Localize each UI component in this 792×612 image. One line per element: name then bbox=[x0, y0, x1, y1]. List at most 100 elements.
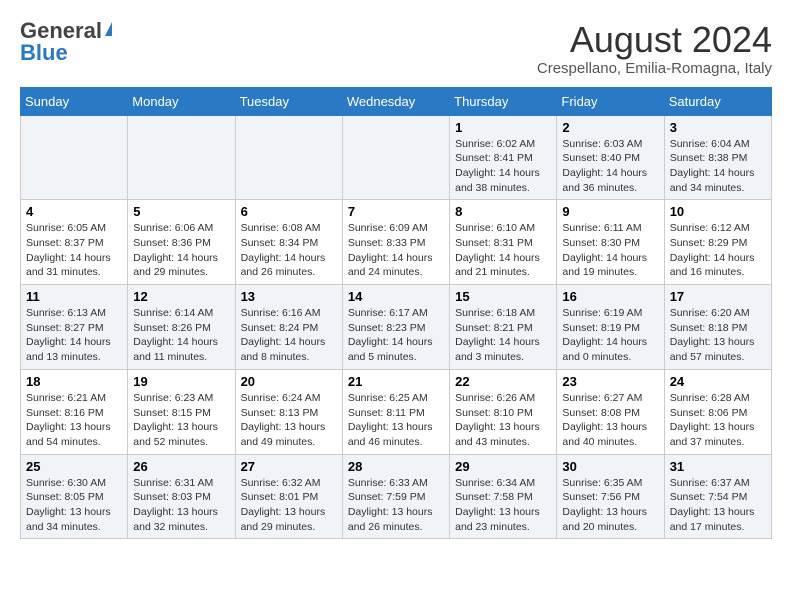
day-info: Sunrise: 6:02 AMSunset: 8:41 PMDaylight:… bbox=[455, 137, 551, 196]
calendar-table: SundayMondayTuesdayWednesdayThursdayFrid… bbox=[20, 87, 772, 540]
day-info: Sunrise: 6:20 AMSunset: 8:18 PMDaylight:… bbox=[670, 306, 766, 365]
day-info: Sunrise: 6:34 AMSunset: 7:58 PMDaylight:… bbox=[455, 476, 551, 535]
calendar-cell bbox=[342, 115, 449, 200]
title-area: August 2024 Crespellano, Emilia-Romagna,… bbox=[537, 20, 772, 77]
calendar-cell: 4Sunrise: 6:05 AMSunset: 8:37 PMDaylight… bbox=[21, 200, 128, 285]
day-info: Sunrise: 6:35 AMSunset: 7:56 PMDaylight:… bbox=[562, 476, 658, 535]
day-number: 8 bbox=[455, 204, 551, 219]
day-header-wednesday: Wednesday bbox=[342, 87, 449, 115]
day-number: 4 bbox=[26, 204, 122, 219]
day-info: Sunrise: 6:30 AMSunset: 8:05 PMDaylight:… bbox=[26, 476, 122, 535]
calendar-cell: 1 Sunrise: 6:02 AMSunset: 8:41 PMDaylight… bbox=[450, 115, 557, 200]
calendar-cell: 6 Sunrise: 6:08 AMSunset: 8:34 PMDaylight… bbox=[235, 200, 342, 285]
day-number: 26 bbox=[133, 459, 229, 474]
day-number: 3 bbox=[670, 120, 766, 135]
day-header-friday: Friday bbox=[557, 87, 664, 115]
calendar-week-row: 25 Sunrise: 6:30 AMSunset: 8:05 PMDayligh… bbox=[21, 454, 772, 539]
day-number: 12 bbox=[133, 289, 229, 304]
calendar-cell: 10 Sunrise: 6:12 AMSunset: 8:29 PMDayligh… bbox=[664, 200, 771, 285]
calendar-cell: 2 Sunrise: 6:03 AMSunset: 8:40 PMDaylight… bbox=[557, 115, 664, 200]
day-number: 2 bbox=[562, 120, 658, 135]
day-info: Sunrise: 6:18 AMSunset: 8:21 PMDaylight:… bbox=[455, 306, 551, 365]
calendar-cell: 26 Sunrise: 6:31 AMSunset: 8:03 PMDayligh… bbox=[128, 454, 235, 539]
month-year: August 2024 bbox=[537, 20, 772, 60]
day-info: Sunrise: 6:17 AMSunset: 8:23 PMDaylight:… bbox=[348, 306, 444, 365]
day-number: 21 bbox=[348, 374, 444, 389]
calendar-cell bbox=[235, 115, 342, 200]
day-info: Sunrise: 6:11 AMSunset: 8:30 PMDaylight:… bbox=[562, 221, 658, 280]
day-info: Sunrise: 6:14 AMSunset: 8:26 PMDaylight:… bbox=[133, 306, 229, 365]
day-info: Sunrise: 6:09 AMSunset: 8:33 PMDaylight:… bbox=[348, 221, 444, 280]
day-info: Sunrise: 6:28 AMSunset: 8:06 PMDaylight:… bbox=[670, 391, 766, 450]
day-number: 10 bbox=[670, 204, 766, 219]
logo-triangle-icon bbox=[105, 22, 112, 36]
calendar-cell: 31Sunrise: 6:37 AMSunset: 7:54 PMDayligh… bbox=[664, 454, 771, 539]
day-number: 6 bbox=[241, 204, 337, 219]
day-info: Sunrise: 6:16 AMSunset: 8:24 PMDaylight:… bbox=[241, 306, 337, 365]
calendar-cell: 25 Sunrise: 6:30 AMSunset: 8:05 PMDayligh… bbox=[21, 454, 128, 539]
calendar-body: 1 Sunrise: 6:02 AMSunset: 8:41 PMDaylight… bbox=[21, 115, 772, 539]
calendar-cell: 23 Sunrise: 6:27 AMSunset: 8:08 PMDayligh… bbox=[557, 369, 664, 454]
day-info: Sunrise: 6:08 AMSunset: 8:34 PMDaylight:… bbox=[241, 221, 337, 280]
calendar-header-row: SundayMondayTuesdayWednesdayThursdayFrid… bbox=[21, 87, 772, 115]
day-info: Sunrise: 6:24 AMSunset: 8:13 PMDaylight:… bbox=[241, 391, 337, 450]
day-info: Sunrise: 6:37 AMSunset: 7:54 PMDaylight:… bbox=[670, 476, 766, 535]
day-number: 11 bbox=[26, 289, 122, 304]
calendar-week-row: 4Sunrise: 6:05 AMSunset: 8:37 PMDaylight… bbox=[21, 200, 772, 285]
day-number: 17 bbox=[670, 289, 766, 304]
day-info: Sunrise: 6:19 AMSunset: 8:19 PMDaylight:… bbox=[562, 306, 658, 365]
day-info: Sunrise: 6:21 AMSunset: 8:16 PMDaylight:… bbox=[26, 391, 122, 450]
day-number: 23 bbox=[562, 374, 658, 389]
day-info: Sunrise: 6:33 AMSunset: 7:59 PMDaylight:… bbox=[348, 476, 444, 535]
calendar-cell: 29 Sunrise: 6:34 AMSunset: 7:58 PMDayligh… bbox=[450, 454, 557, 539]
day-number: 9 bbox=[562, 204, 658, 219]
day-info: Sunrise: 6:23 AMSunset: 8:15 PMDaylight:… bbox=[133, 391, 229, 450]
day-info: Sunrise: 6:10 AMSunset: 8:31 PMDaylight:… bbox=[455, 221, 551, 280]
day-number: 16 bbox=[562, 289, 658, 304]
day-info: Sunrise: 6:31 AMSunset: 8:03 PMDaylight:… bbox=[133, 476, 229, 535]
calendar-cell: 28Sunrise: 6:33 AMSunset: 7:59 PMDayligh… bbox=[342, 454, 449, 539]
calendar-cell bbox=[21, 115, 128, 200]
day-number: 30 bbox=[562, 459, 658, 474]
day-number: 25 bbox=[26, 459, 122, 474]
day-info: Sunrise: 6:32 AMSunset: 8:01 PMDaylight:… bbox=[241, 476, 337, 535]
calendar-cell: 17 Sunrise: 6:20 AMSunset: 8:18 PMDayligh… bbox=[664, 285, 771, 370]
calendar-cell: 22 Sunrise: 6:26 AMSunset: 8:10 PMDayligh… bbox=[450, 369, 557, 454]
calendar-cell: 27Sunrise: 6:32 AMSunset: 8:01 PMDayligh… bbox=[235, 454, 342, 539]
calendar-cell: 3 Sunrise: 6:04 AMSunset: 8:38 PMDaylight… bbox=[664, 115, 771, 200]
day-info: Sunrise: 6:26 AMSunset: 8:10 PMDaylight:… bbox=[455, 391, 551, 450]
day-header-tuesday: Tuesday bbox=[235, 87, 342, 115]
day-number: 29 bbox=[455, 459, 551, 474]
calendar-week-row: 11Sunrise: 6:13 AMSunset: 8:27 PMDayligh… bbox=[21, 285, 772, 370]
day-info: Sunrise: 6:12 AMSunset: 8:29 PMDaylight:… bbox=[670, 221, 766, 280]
day-number: 7 bbox=[348, 204, 444, 219]
calendar-week-row: 18 Sunrise: 6:21 AMSunset: 8:16 PMDayligh… bbox=[21, 369, 772, 454]
location: Crespellano, Emilia-Romagna, Italy bbox=[537, 60, 772, 77]
day-info: Sunrise: 6:06 AMSunset: 8:36 PMDaylight:… bbox=[133, 221, 229, 280]
calendar-cell: 21 Sunrise: 6:25 AMSunset: 8:11 PMDayligh… bbox=[342, 369, 449, 454]
calendar-cell: 30 Sunrise: 6:35 AMSunset: 7:56 PMDayligh… bbox=[557, 454, 664, 539]
day-header-thursday: Thursday bbox=[450, 87, 557, 115]
day-number: 19 bbox=[133, 374, 229, 389]
day-header-saturday: Saturday bbox=[664, 87, 771, 115]
calendar-cell: 9 Sunrise: 6:11 AMSunset: 8:30 PMDaylight… bbox=[557, 200, 664, 285]
day-header-monday: Monday bbox=[128, 87, 235, 115]
day-number: 13 bbox=[241, 289, 337, 304]
day-number: 1 bbox=[455, 120, 551, 135]
calendar-cell: 5 Sunrise: 6:06 AMSunset: 8:36 PMDaylight… bbox=[128, 200, 235, 285]
day-number: 22 bbox=[455, 374, 551, 389]
calendar-cell: 15Sunrise: 6:18 AMSunset: 8:21 PMDayligh… bbox=[450, 285, 557, 370]
calendar-cell: 19 Sunrise: 6:23 AMSunset: 8:15 PMDayligh… bbox=[128, 369, 235, 454]
logo-general: General bbox=[20, 20, 102, 42]
day-info: Sunrise: 6:25 AMSunset: 8:11 PMDaylight:… bbox=[348, 391, 444, 450]
day-number: 5 bbox=[133, 204, 229, 219]
day-header-sunday: Sunday bbox=[21, 87, 128, 115]
day-number: 18 bbox=[26, 374, 122, 389]
day-info: Sunrise: 6:03 AMSunset: 8:40 PMDaylight:… bbox=[562, 137, 658, 196]
day-info: Sunrise: 6:04 AMSunset: 8:38 PMDaylight:… bbox=[670, 137, 766, 196]
day-number: 24 bbox=[670, 374, 766, 389]
calendar-cell: 24 Sunrise: 6:28 AMSunset: 8:06 PMDayligh… bbox=[664, 369, 771, 454]
calendar-cell: 14Sunrise: 6:17 AMSunset: 8:23 PMDayligh… bbox=[342, 285, 449, 370]
calendar-cell: 18 Sunrise: 6:21 AMSunset: 8:16 PMDayligh… bbox=[21, 369, 128, 454]
day-info: Sunrise: 6:27 AMSunset: 8:08 PMDaylight:… bbox=[562, 391, 658, 450]
